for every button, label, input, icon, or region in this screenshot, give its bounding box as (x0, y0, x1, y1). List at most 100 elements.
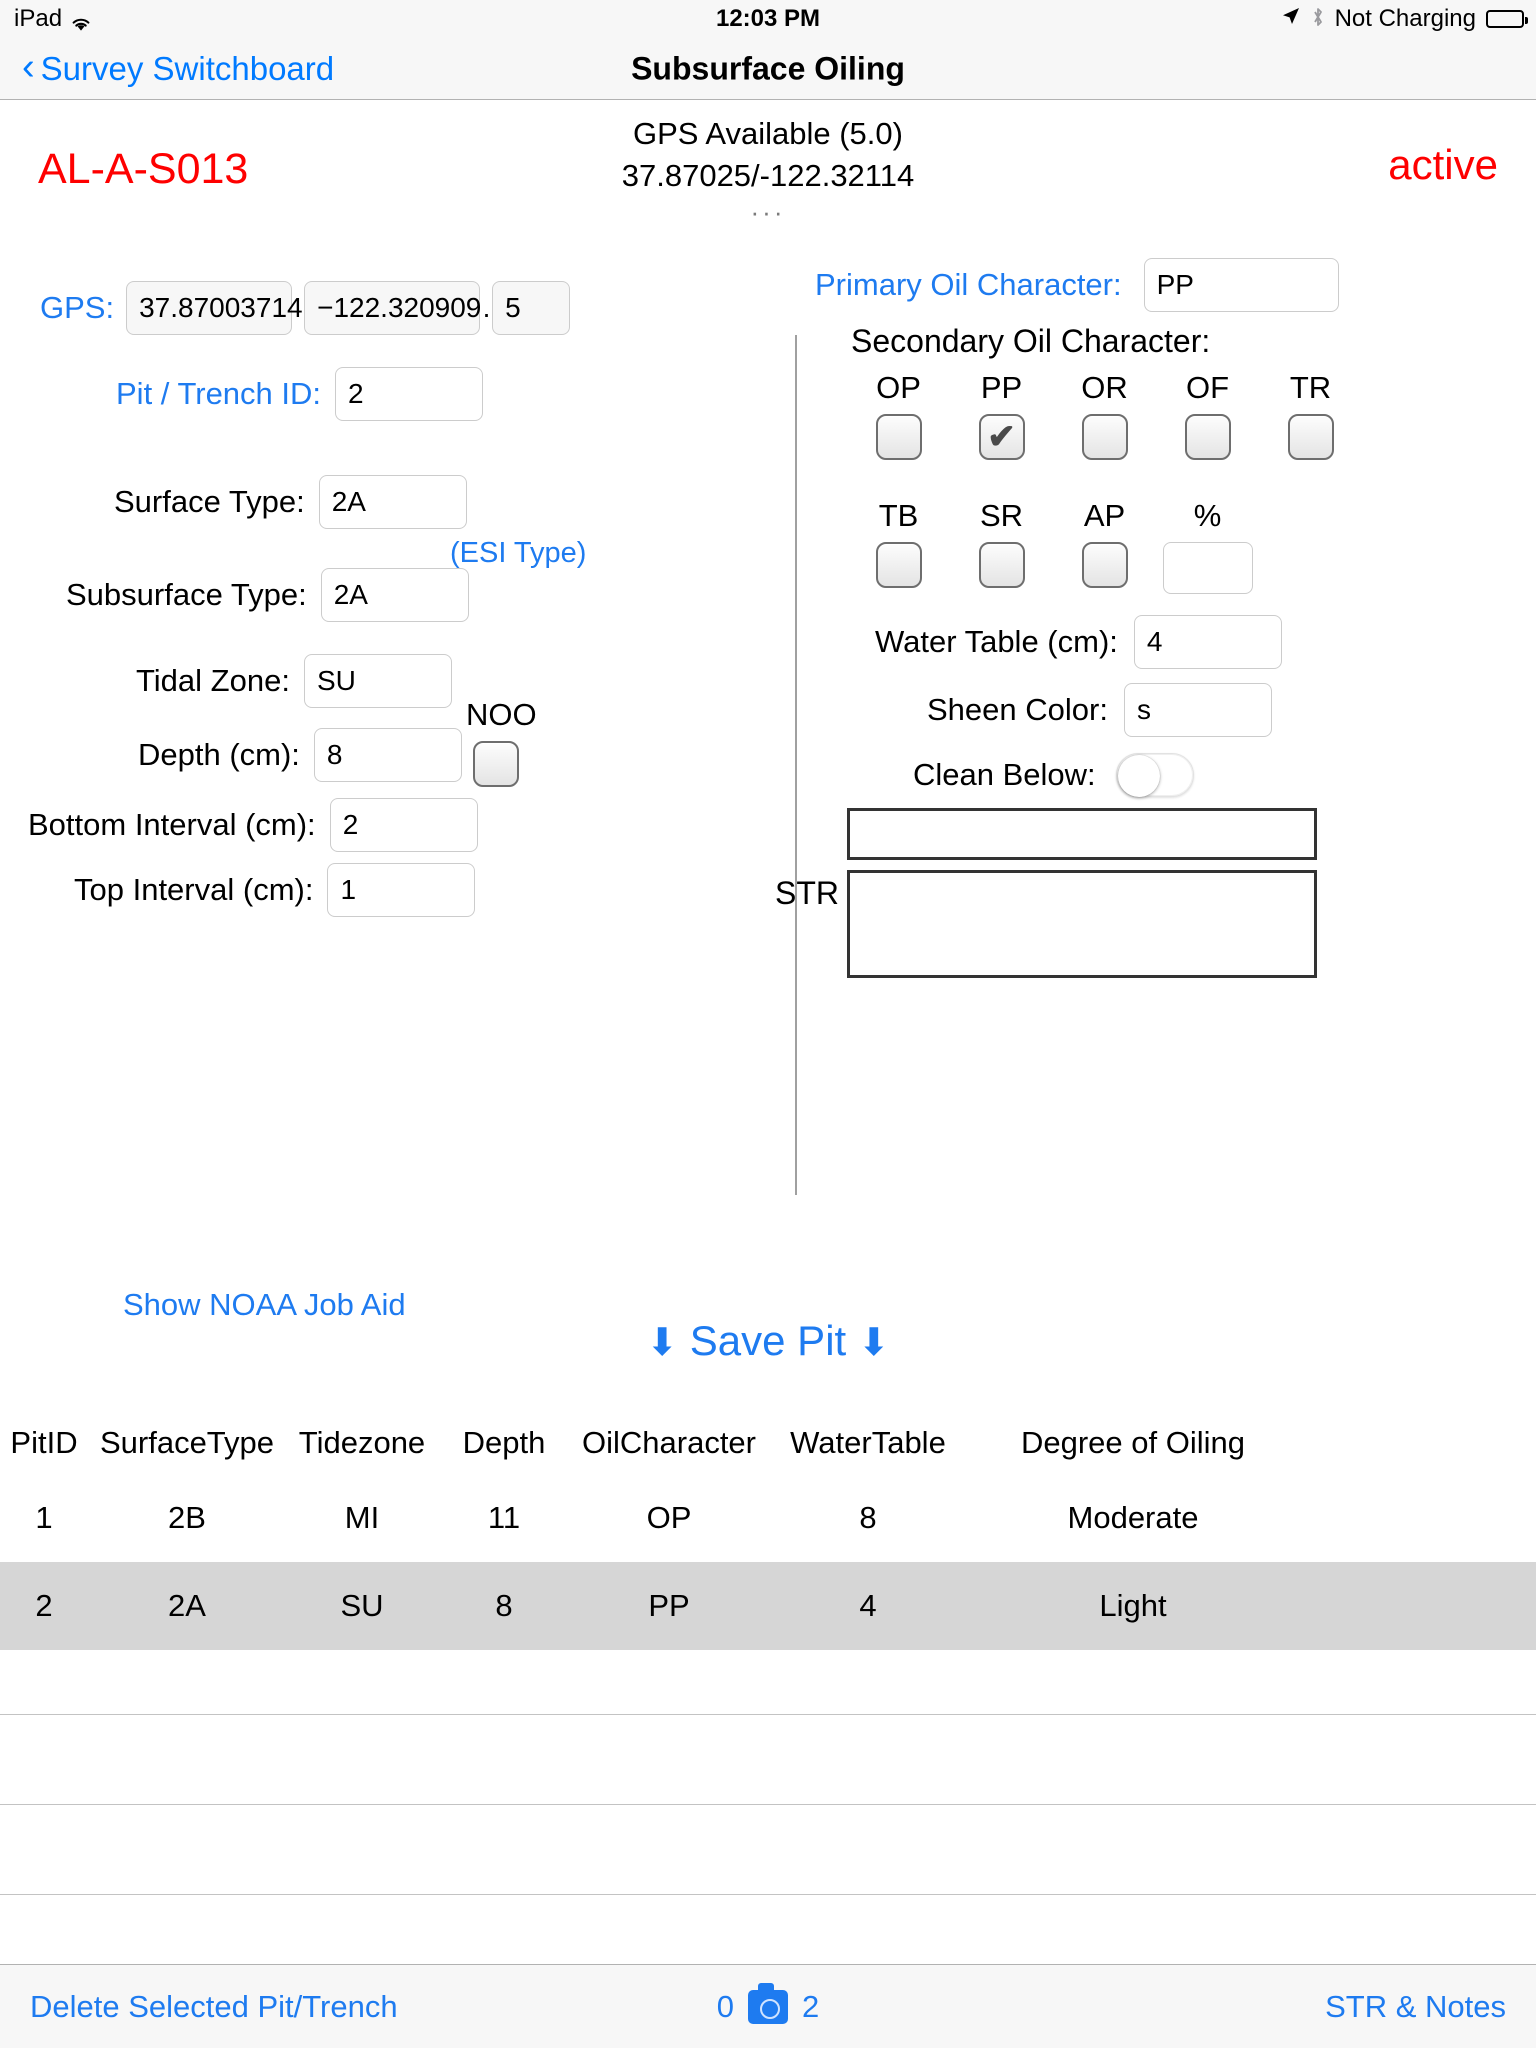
cell-tidezone: SU (340, 1588, 384, 1623)
top-interval-label: Top Interval (cm): (74, 872, 314, 907)
secondary-or-cell: OR (1053, 370, 1156, 460)
photo-counter[interactable]: 0 2 (0, 1982, 1536, 2025)
overflow-indicator[interactable]: ··· (0, 197, 1536, 228)
secondary-op-label: OP (876, 370, 921, 405)
checkmark-icon: ✔ (987, 418, 1016, 456)
surface-type-input[interactable]: 2A (318, 475, 467, 529)
table-row[interactable]: 2 2A SU 8 PP 4 Light (0, 1562, 1536, 1650)
primary-oil-character-input[interactable]: PP (1143, 258, 1339, 312)
secondary-pp-label: PP (980, 370, 1023, 405)
bottom-interval-input[interactable]: 2 (329, 798, 478, 852)
clean-below-label: Clean Below: (913, 757, 1096, 792)
depth-row: Depth (cm): 8 (138, 728, 462, 782)
secondary-tr-label: TR (1289, 370, 1332, 405)
page-title: Subsurface Oiling (631, 50, 905, 86)
secondary-ap-checkbox[interactable] (1081, 542, 1128, 588)
depth-label: Depth (cm): (138, 737, 300, 772)
surface-type-row: Surface Type: 2A (114, 475, 467, 529)
col-header-watertable: WaterTable (790, 1425, 946, 1460)
secondary-tb-checkbox[interactable] (875, 542, 922, 588)
sheen-color-row: Sheen Color: s (927, 683, 1272, 737)
status-bar: iPad 12:03 PM Not Charging (0, 0, 1536, 38)
secondary-op-checkbox[interactable] (875, 414, 922, 460)
subsurface-type-label: Subsurface Type: (66, 577, 307, 612)
subsurface-type-input[interactable]: 2A (320, 568, 469, 622)
col-header-oilcharacter: OilCharacter (582, 1425, 756, 1460)
secondary-tr-checkbox[interactable] (1287, 414, 1334, 460)
secondary-ap-label: AP (1083, 498, 1126, 533)
bottom-interval-label: Bottom Interval (cm): (28, 807, 316, 842)
noo-label: NOO (466, 697, 537, 732)
save-pit-button[interactable]: ⬇ Save Pit ⬇ (0, 1317, 1536, 1365)
camera-icon[interactable] (748, 1982, 788, 2024)
table-row[interactable]: 1 2B MI 11 OP 8 Moderate (0, 1474, 1536, 1562)
str-notes-button[interactable]: STR & Notes (1325, 1989, 1506, 2025)
clean-below-row: Clean Below: (913, 753, 1194, 797)
table-empty-spacer (0, 1650, 1536, 1714)
secondary-of-checkbox[interactable] (1184, 414, 1231, 460)
water-table-input[interactable]: 4 (1133, 615, 1282, 669)
noo-checkbox[interactable] (473, 741, 519, 787)
secondary-percent-cell: % (1156, 498, 1259, 594)
secondary-oil-character-grid: OP PP ✔ OR OF TR TB SR AP % (847, 370, 1407, 594)
col-header-depth: Depth (462, 1425, 546, 1460)
header-info: AL-A-S013 GPS Available (5.0) 37.87025/-… (0, 101, 1536, 227)
nav-bar: ‹ Survey Switchboard Subsurface Oiling (0, 38, 1536, 100)
cell-tidezone: MI (344, 1500, 380, 1535)
table-row-empty[interactable] (0, 1714, 1536, 1804)
gps-lon-input[interactable]: −122.320909… (304, 281, 509, 335)
gps-lat-input[interactable]: 37.87003714… (126, 281, 331, 335)
str-line1-input[interactable] (847, 808, 1317, 860)
secondary-op-cell: OP (847, 370, 950, 460)
bottom-toolbar: Delete Selected Pit/Trench 0 2 STR & Not… (0, 1964, 1536, 2048)
tidal-zone-input[interactable]: SU (303, 654, 452, 708)
form-area: GPS: 37.87003714… −122.320909… 5 Pit / T… (0, 225, 1536, 1295)
save-pit-label: Save Pit (689, 1317, 847, 1364)
secondary-percent-input[interactable] (1162, 542, 1253, 594)
str-line2-input[interactable] (847, 870, 1317, 978)
secondary-oil-character-row-1: OP PP ✔ OR OF TR (847, 370, 1407, 460)
gps-accuracy-input[interactable]: 5 (492, 281, 571, 335)
cell-degreeofoiling: Light (1099, 1588, 1167, 1623)
secondary-sr-checkbox[interactable] (978, 542, 1025, 588)
gps-coords-label: 37.87025/-122.32114 (621, 157, 915, 193)
pit-trench-id-input[interactable]: 2 (335, 367, 484, 421)
secondary-or-checkbox[interactable] (1081, 414, 1128, 460)
secondary-or-label: OR (1081, 370, 1128, 405)
sheen-color-input[interactable]: s (1123, 683, 1272, 737)
tidal-zone-label: Tidal Zone: (136, 663, 290, 698)
table-row-empty[interactable] (0, 1804, 1536, 1894)
secondary-tb-label: TB (878, 498, 919, 533)
cell-depth: 11 (487, 1500, 521, 1535)
secondary-pp-checkbox[interactable]: ✔ (978, 414, 1025, 460)
table-bottom-rule (0, 1894, 1536, 1895)
arrow-down-left-icon: ⬇ (646, 1322, 679, 1364)
photo-count-right: 2 (802, 1988, 820, 2024)
subsurface-type-row: Subsurface Type: 2A (66, 568, 469, 622)
cell-oilcharacter: PP (648, 1588, 690, 1623)
battery-icon (1486, 10, 1528, 28)
top-interval-input[interactable]: 1 (327, 863, 476, 917)
app-screen: iPad 12:03 PM Not Charging ‹ Survey Swit… (0, 0, 1536, 2048)
location-arrow-icon (1281, 5, 1301, 33)
gps-readout: GPS Available (5.0) 37.87025/-122.32114 (0, 113, 1536, 197)
str-group: STR (775, 808, 1317, 978)
cell-surfacetype: 2B (168, 1500, 206, 1535)
pit-trench-id-label: Pit / Trench ID: (116, 376, 322, 411)
battery-status-label: Not Charging (1334, 5, 1476, 32)
cell-oilcharacter: OP (646, 1500, 692, 1535)
surface-type-label: Surface Type: (114, 484, 305, 519)
cell-watertable: 4 (859, 1588, 877, 1623)
sheen-color-label: Sheen Color: (927, 692, 1108, 727)
primary-oil-character-row: Primary Oil Character: PP (815, 258, 1339, 312)
col-header-tidezone: Tidezone (298, 1425, 426, 1460)
top-interval-row: Top Interval (cm): 1 (74, 863, 476, 917)
cell-degreeofoiling: Moderate (1067, 1500, 1199, 1535)
clean-below-toggle[interactable] (1115, 753, 1194, 797)
photo-count-left: 0 (716, 1988, 734, 2024)
water-table-row: Water Table (cm): 4 (875, 615, 1282, 669)
depth-input[interactable]: 8 (313, 728, 462, 782)
secondary-pp-cell: PP ✔ (950, 370, 1053, 460)
tidal-zone-row: Tidal Zone: SU (136, 654, 452, 708)
arrow-down-right-icon: ⬇ (857, 1322, 890, 1364)
